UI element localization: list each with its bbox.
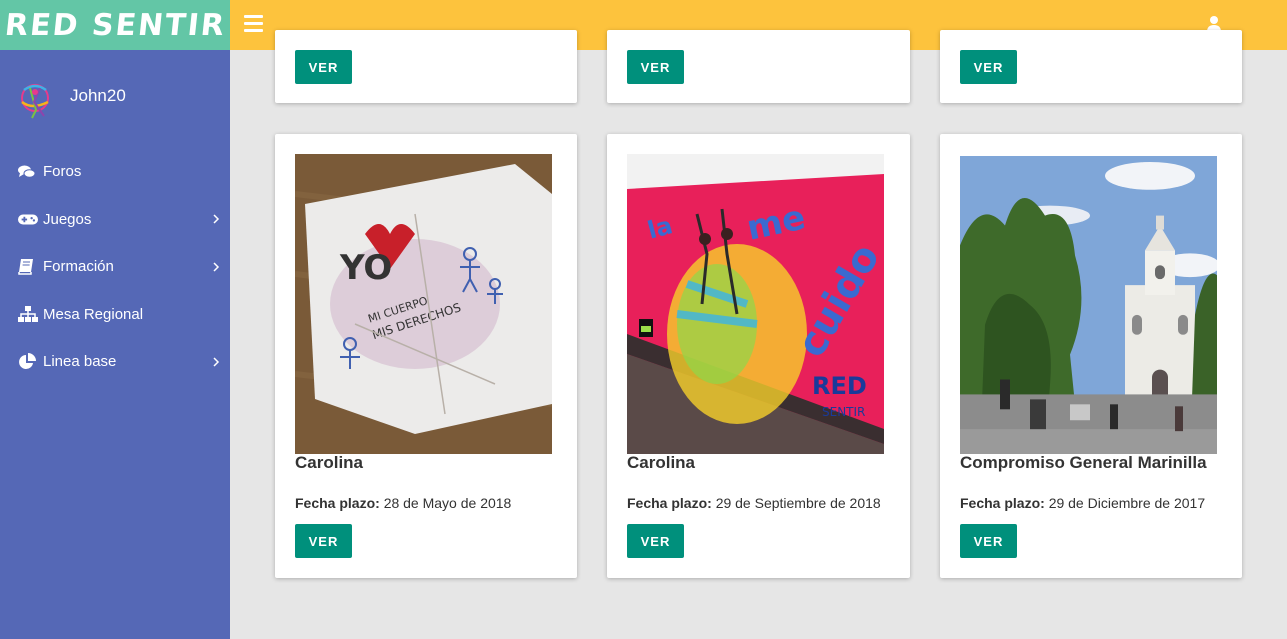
sidebar-item-formacion[interactable]: Formación [0, 243, 230, 291]
date-value: 29 de Diciembre de 2017 [1048, 495, 1206, 511]
svg-text:SENTIR: SENTIR [822, 405, 865, 419]
sidebar-item-label: Formación [43, 258, 114, 276]
sitemap-icon [18, 305, 38, 323]
brand-name: RED SENTIR [2, 7, 228, 43]
card: VER [607, 30, 910, 103]
sidebar-item-linea-base[interactable]: Linea base [0, 338, 230, 386]
card-title: Compromiso General Marinilla [960, 453, 1207, 472]
comments-icon [18, 163, 38, 181]
card: Compromiso General Marinilla Fecha plazo… [940, 134, 1242, 578]
date-value: 28 de Mayo de 2018 [383, 495, 512, 511]
card-image-drawing[interactable]: YO MI CUERPO MIS DERECHOS [295, 154, 552, 454]
chevron-right-icon [213, 357, 220, 367]
card-date: Fecha plazo: 28 de Mayo de 2018 [295, 495, 511, 511]
hamburger-menu-icon[interactable] [244, 15, 263, 35]
ver-button[interactable]: VER [960, 524, 1017, 558]
date-label: Fecha plazo: [960, 495, 1045, 511]
svg-text:RED: RED [812, 372, 867, 400]
sidebar-item-label: Mesa Regional [43, 305, 144, 323]
user-profile: John20 [16, 80, 126, 120]
ver-button[interactable]: VER [627, 50, 684, 84]
card: VER [275, 30, 577, 103]
username: John20 [70, 86, 126, 105]
sidebar-item-juegos[interactable]: Juegos [0, 196, 230, 244]
ver-button[interactable]: VER [627, 524, 684, 558]
chevron-right-icon [213, 214, 220, 224]
card-date: Fecha plazo: 29 de Septiembre de 2018 [627, 495, 881, 511]
chevron-right-icon [213, 262, 220, 272]
book-icon [18, 258, 38, 276]
brand-logo[interactable]: RED SENTIR [0, 0, 230, 50]
ver-button[interactable]: VER [960, 50, 1017, 84]
card-title: Carolina [627, 453, 696, 472]
card-image-church[interactable] [960, 156, 1217, 454]
sidebar-nav: Foros Juegos Formación Mesa Regional Lin… [0, 148, 230, 386]
card: YO MI CUERPO MIS DERECHOS Carolina Fecha… [275, 134, 577, 578]
date-label: Fecha plazo: [295, 495, 380, 511]
gamepad-icon [18, 210, 38, 228]
svg-text:YO: YO [339, 248, 392, 288]
card-image-mural[interactable]: me cuido la RED SENTIR [627, 154, 884, 454]
avatar [21, 84, 49, 119]
sidebar-item-foros[interactable]: Foros [0, 148, 230, 196]
date-label: Fecha plazo: [627, 495, 712, 511]
card: me cuido la RED SENTIR Carolina Fecha pl… [607, 134, 910, 578]
ver-button[interactable]: VER [295, 524, 352, 558]
card-title: Carolina [295, 453, 364, 472]
sidebar-item-label: Juegos [43, 210, 92, 228]
date-value: 29 de Septiembre de 2018 [715, 495, 881, 511]
sidebar: John20 Foros Juegos Formación Mesa Regio… [0, 50, 230, 639]
ver-button[interactable]: VER [295, 50, 352, 84]
sidebar-item-label: Linea base [43, 353, 117, 371]
card: VER [940, 30, 1242, 103]
sidebar-item-mesa-regional[interactable]: Mesa Regional [0, 291, 230, 339]
pie-chart-icon [18, 352, 38, 371]
sidebar-item-label: Foros [43, 163, 82, 181]
card-date: Fecha plazo: 29 de Diciembre de 2017 [960, 495, 1205, 511]
